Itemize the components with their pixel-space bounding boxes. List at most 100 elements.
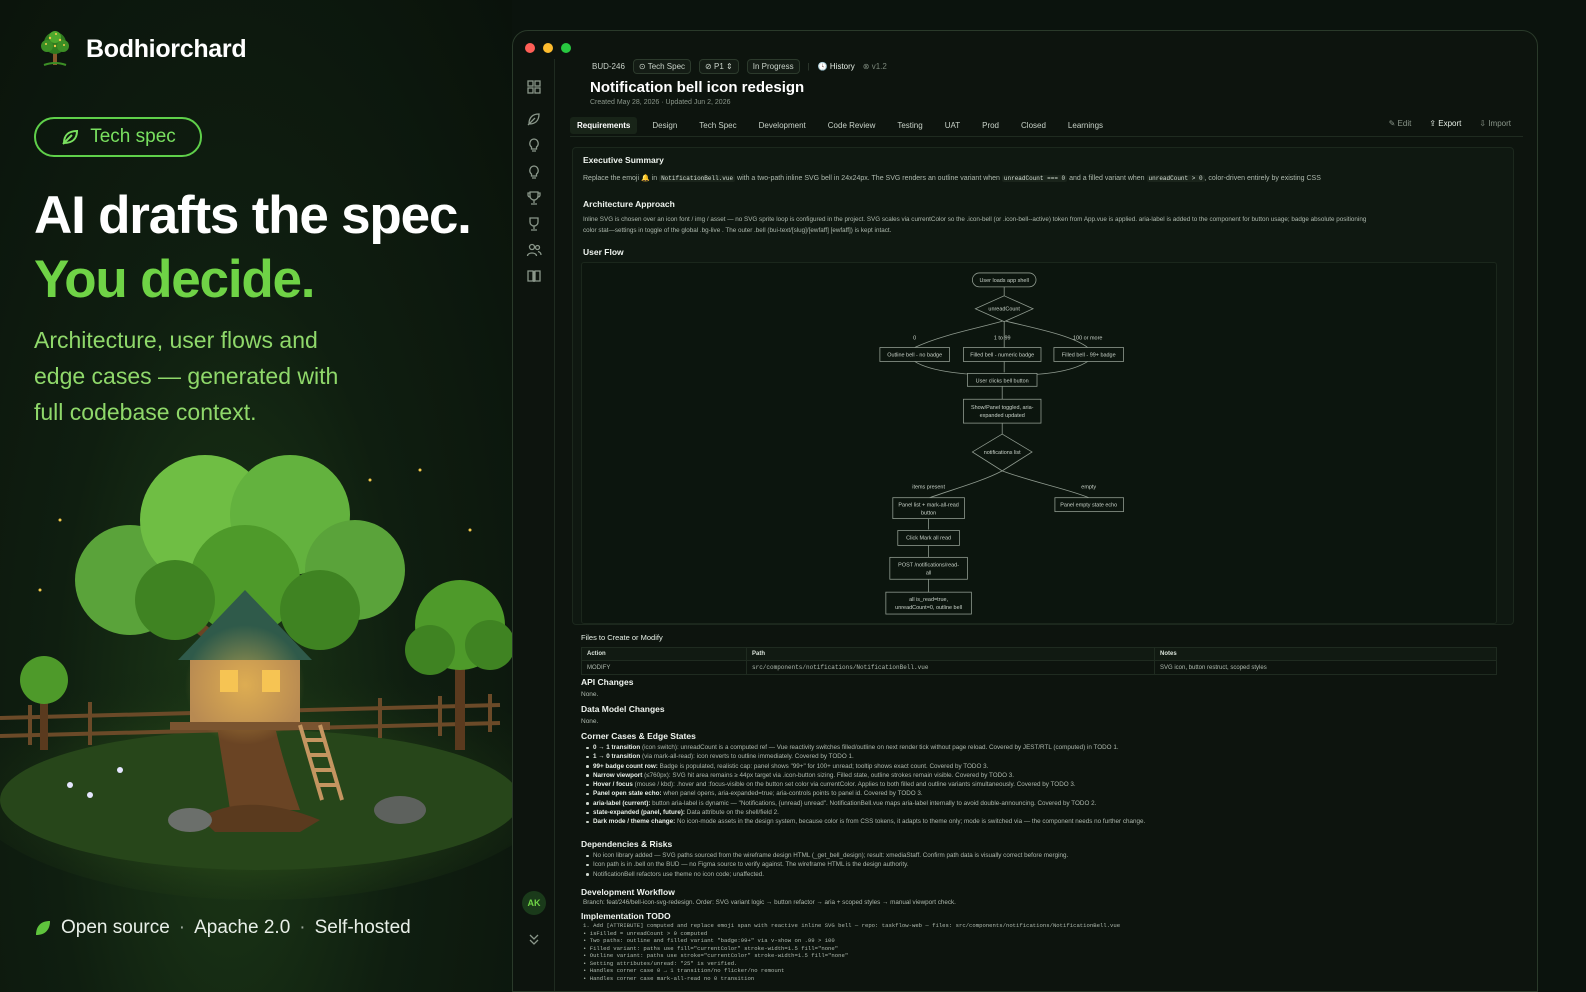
item-lead: aria-label (current):: [593, 799, 651, 807]
todo-line: • Two paths: outline and filled variant …: [583, 937, 835, 944]
lightbulb-icon[interactable]: [526, 137, 542, 153]
flow-edge-label: 0: [913, 336, 916, 342]
page-title: Notification bell icon redesign: [590, 79, 805, 96]
avatar[interactable]: AK: [522, 891, 546, 915]
close-button[interactable]: [525, 43, 535, 53]
trophy-icon[interactable]: [526, 216, 542, 232]
bell-emoji-icon: 🔔: [640, 175, 650, 182]
table-header-row: Action Path Notes: [581, 647, 1497, 661]
type-badge[interactable]: ⊙ Tech Spec: [632, 59, 692, 74]
leaf-icon[interactable]: [526, 111, 542, 127]
flow-node-text: Outline bell - no badge: [887, 352, 942, 358]
tab-learnings[interactable]: Learnings: [1061, 117, 1110, 134]
flow-node-text: Panel empty state echo: [1060, 503, 1117, 509]
headline: AI drafts the spec. You decide.: [34, 184, 472, 312]
tab-design[interactable]: Design: [645, 117, 684, 134]
tab-requirements[interactable]: Requirements: [570, 117, 638, 134]
section-title: Executive Summary: [583, 155, 664, 165]
list-item: Narrow viewport (≤760px): SVG hit area r…: [583, 771, 1503, 780]
users-icon[interactable]: [526, 242, 542, 258]
flow-node-text: User loads app shell: [979, 278, 1028, 284]
item-lead: 99+ badge count row:: [593, 762, 658, 770]
treehouse-illustration: [0, 455, 512, 900]
inline-code: unreadCount > 0: [1146, 175, 1205, 182]
priority-badge-label: P1: [713, 62, 724, 71]
flow-edge-label: empty: [1081, 485, 1096, 491]
table-cell: MODIFY: [581, 660, 747, 675]
footer-sep: ·: [299, 917, 306, 938]
list-item: 99+ badge count row: Badge is populated,…: [583, 762, 1503, 771]
tab-development[interactable]: Development: [752, 117, 813, 134]
minimize-button[interactable]: [543, 43, 553, 53]
inline-code: unreadCount === 0: [1001, 175, 1068, 182]
ticket-id[interactable]: BUD-246: [592, 62, 625, 71]
priority-badge[interactable]: ⊘ P1 ⇕: [699, 59, 739, 74]
edit-button[interactable]: ✎ Edit: [1389, 119, 1412, 128]
trophy-icon[interactable]: [526, 190, 542, 206]
item-lead: Narrow viewport: [593, 771, 643, 779]
hero-panel: Bodhiorchard Tech spec AI drafts the spe…: [0, 0, 512, 992]
flow-node-text: all: [926, 570, 931, 576]
todo-line: • Handles corner case 0 → 1 transition/n…: [583, 967, 785, 974]
footer-open-source: Open source: [61, 917, 170, 938]
tab-prod[interactable]: Prod: [975, 117, 1006, 134]
tab-code-review[interactable]: Code Review: [821, 117, 883, 134]
item-lead: 0 → 1 transition: [593, 744, 641, 751]
import-button[interactable]: ⇩ Import: [1479, 119, 1511, 128]
history-label: History: [829, 62, 855, 71]
flow-node-text: unreadCount=0, outline bell: [895, 605, 962, 611]
flow-node-text: Panel list + mark-all-read: [898, 503, 958, 509]
pill-label: Tech spec: [90, 126, 176, 147]
export-button[interactable]: ⇪ Export: [1429, 119, 1461, 128]
flow-edge-label: 100 or more: [1073, 336, 1102, 342]
flow-edge-label: items present: [912, 485, 945, 491]
list-item: 0 → 1 transition (icon switch): unreadCo…: [583, 743, 1503, 752]
spec-document: Executive Summary Replace the emoji 🔔 in…: [572, 147, 1514, 991]
status-badge[interactable]: In Progress: [746, 59, 800, 74]
lightbulb-icon[interactable]: [526, 164, 542, 180]
history-button[interactable]: 🕓 History: [818, 62, 855, 71]
list-item: state-expanded (panel, future): Data att…: [583, 808, 1503, 817]
table-cell: SVG icon, button restruct, scoped styles: [1154, 660, 1497, 675]
tab-testing[interactable]: Testing: [890, 117, 929, 134]
section-title: Files to Create or Modify: [581, 633, 663, 642]
table-row: MODIFY src/components/notifications/Noti…: [581, 660, 1497, 675]
todo-line: • isFilled = unreadCount > 0 computed: [583, 929, 708, 937]
list-item: 1 → 0 transition (via mark-all-read): ic…: [583, 752, 1503, 761]
headline-line-1: AI drafts the spec.: [34, 186, 472, 245]
todo-line: • Setting attributes/unread: "25" is ver…: [583, 959, 738, 967]
section-title: Development Workflow: [581, 887, 675, 897]
text: with a two-path inline SVG bell in 24x24…: [737, 175, 1000, 182]
section-title: Dependencies & Risks: [581, 839, 673, 849]
list-item: aria-label (current): button aria-label …: [583, 799, 1503, 808]
leaf-link-icon: [62, 129, 79, 145]
implementation-todo: 1. Add [ATTRIBUTE] computed and replace …: [583, 922, 1503, 982]
tab-bar: Requirements Design Tech Spec Developmen…: [570, 115, 1523, 137]
text: in: [651, 175, 658, 182]
tab-closed[interactable]: Closed: [1014, 117, 1053, 134]
list-item: Panel open state echo: when panel opens,…: [583, 789, 1503, 798]
item-lead: Panel open state echo:: [593, 790, 662, 798]
footer-self-hosted: Self-hosted: [314, 917, 411, 938]
item-text: when panel opens, aria-expanded=true; ar…: [661, 790, 923, 798]
item-text: Data attribute on the shell/field 2.: [685, 809, 779, 817]
flow-node-text: Click Mark all read: [906, 535, 951, 541]
grid-icon[interactable]: [526, 79, 542, 95]
list-item: Hover / focus (mouse / kbd): .hover and …: [583, 780, 1503, 789]
version-label: ⊗ v1.2: [862, 62, 887, 71]
book-icon[interactable]: [526, 268, 542, 284]
section-title: User Flow: [583, 247, 624, 257]
section-value: None.: [581, 691, 599, 698]
edit-label: Edit: [1397, 119, 1412, 128]
todo-line: • Handles corner case mark-all-read no 0…: [583, 974, 755, 982]
tab-uat[interactable]: UAT: [938, 117, 967, 134]
flow-node-text: Show/Panel toggled, aria-: [971, 405, 1034, 411]
corner-cases-list: 0 → 1 transition (icon switch): unreadCo…: [583, 743, 1503, 827]
breadcrumb: BUD-246 ⊙ Tech Spec ⊘ P1 ⇕ In Progress |…: [592, 59, 887, 74]
section-title: Implementation TODO: [581, 911, 671, 921]
chevron-down-icon[interactable]: [526, 931, 542, 947]
flow-node-text: Filled bell - numeric badge: [970, 352, 1034, 358]
tab-tech-spec[interactable]: Tech Spec: [692, 117, 743, 134]
subtitle-line: Architecture, user flows and: [34, 327, 318, 353]
item-text: (≤760px): SVG hit area remains ≥ 44px ta…: [642, 771, 1015, 779]
